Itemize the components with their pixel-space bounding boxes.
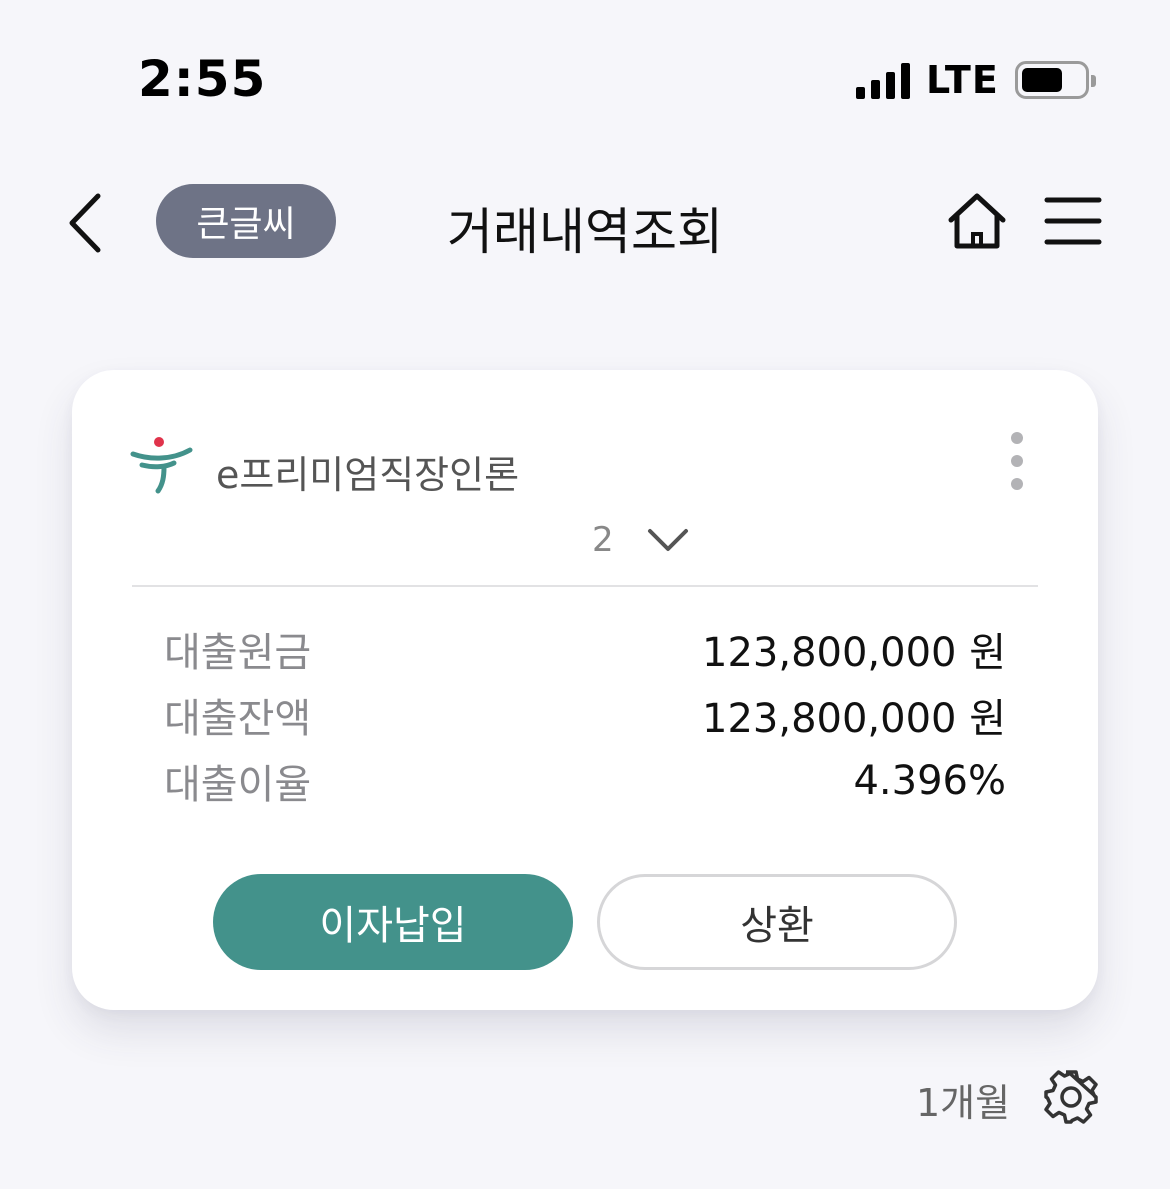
- screen: 2:55 LTE 큰글씨 거래내역조회 e프리미엄직장인론 2 대출원금 123…: [0, 0, 1170, 1189]
- account-number: 2: [592, 520, 614, 560]
- page-title: 거래내역조회: [447, 203, 723, 261]
- loan-product-name: e프리미엄직장인론: [216, 453, 520, 497]
- divider: [132, 585, 1038, 587]
- row-label: 대출잔액: [164, 696, 312, 742]
- signal-icon: [856, 61, 910, 99]
- row-value: 123,800,000 원: [702, 696, 1006, 742]
- loan-account-card: e프리미엄직장인론 2 대출원금 123,800,000 원 대출잔액 123,…: [72, 370, 1098, 1010]
- loan-principal-row: 대출원금 123,800,000 원: [164, 620, 1006, 678]
- period-filter-label[interactable]: 1개월: [916, 1072, 1010, 1127]
- large-font-button[interactable]: 큰글씨: [156, 184, 336, 258]
- pay-interest-button[interactable]: 이자납입: [213, 874, 573, 970]
- settings-button[interactable]: [1042, 1068, 1100, 1126]
- loan-rate-row: 대출이율 4.396%: [164, 752, 1006, 810]
- network-type: LTE: [926, 58, 999, 102]
- menu-button[interactable]: [1044, 194, 1102, 248]
- more-vertical-icon: [1011, 432, 1023, 490]
- home-button[interactable]: [946, 190, 1008, 252]
- row-label: 대출이율: [164, 762, 312, 808]
- repay-button[interactable]: 상환: [597, 874, 957, 970]
- more-options-button[interactable]: [1002, 430, 1032, 494]
- home-icon: [948, 193, 1006, 249]
- battery-icon: [1014, 61, 1096, 99]
- row-label: 대출원금: [164, 630, 312, 676]
- hamburger-menu-icon: [1044, 197, 1102, 245]
- bank-logo-icon: [130, 437, 193, 494]
- account-selector[interactable]: 2: [592, 520, 690, 560]
- gear-icon: [1044, 1070, 1098, 1124]
- row-value: 4.396%: [853, 758, 1006, 804]
- row-value: 123,800,000 원: [702, 630, 1006, 676]
- loan-balance-row: 대출잔액 123,800,000 원: [164, 686, 1006, 744]
- chevron-left-icon: [69, 193, 101, 253]
- status-icons: LTE: [856, 58, 1096, 102]
- status-time: 2:55: [138, 50, 267, 108]
- chevron-down-icon: [648, 529, 688, 551]
- back-button[interactable]: [60, 190, 110, 256]
